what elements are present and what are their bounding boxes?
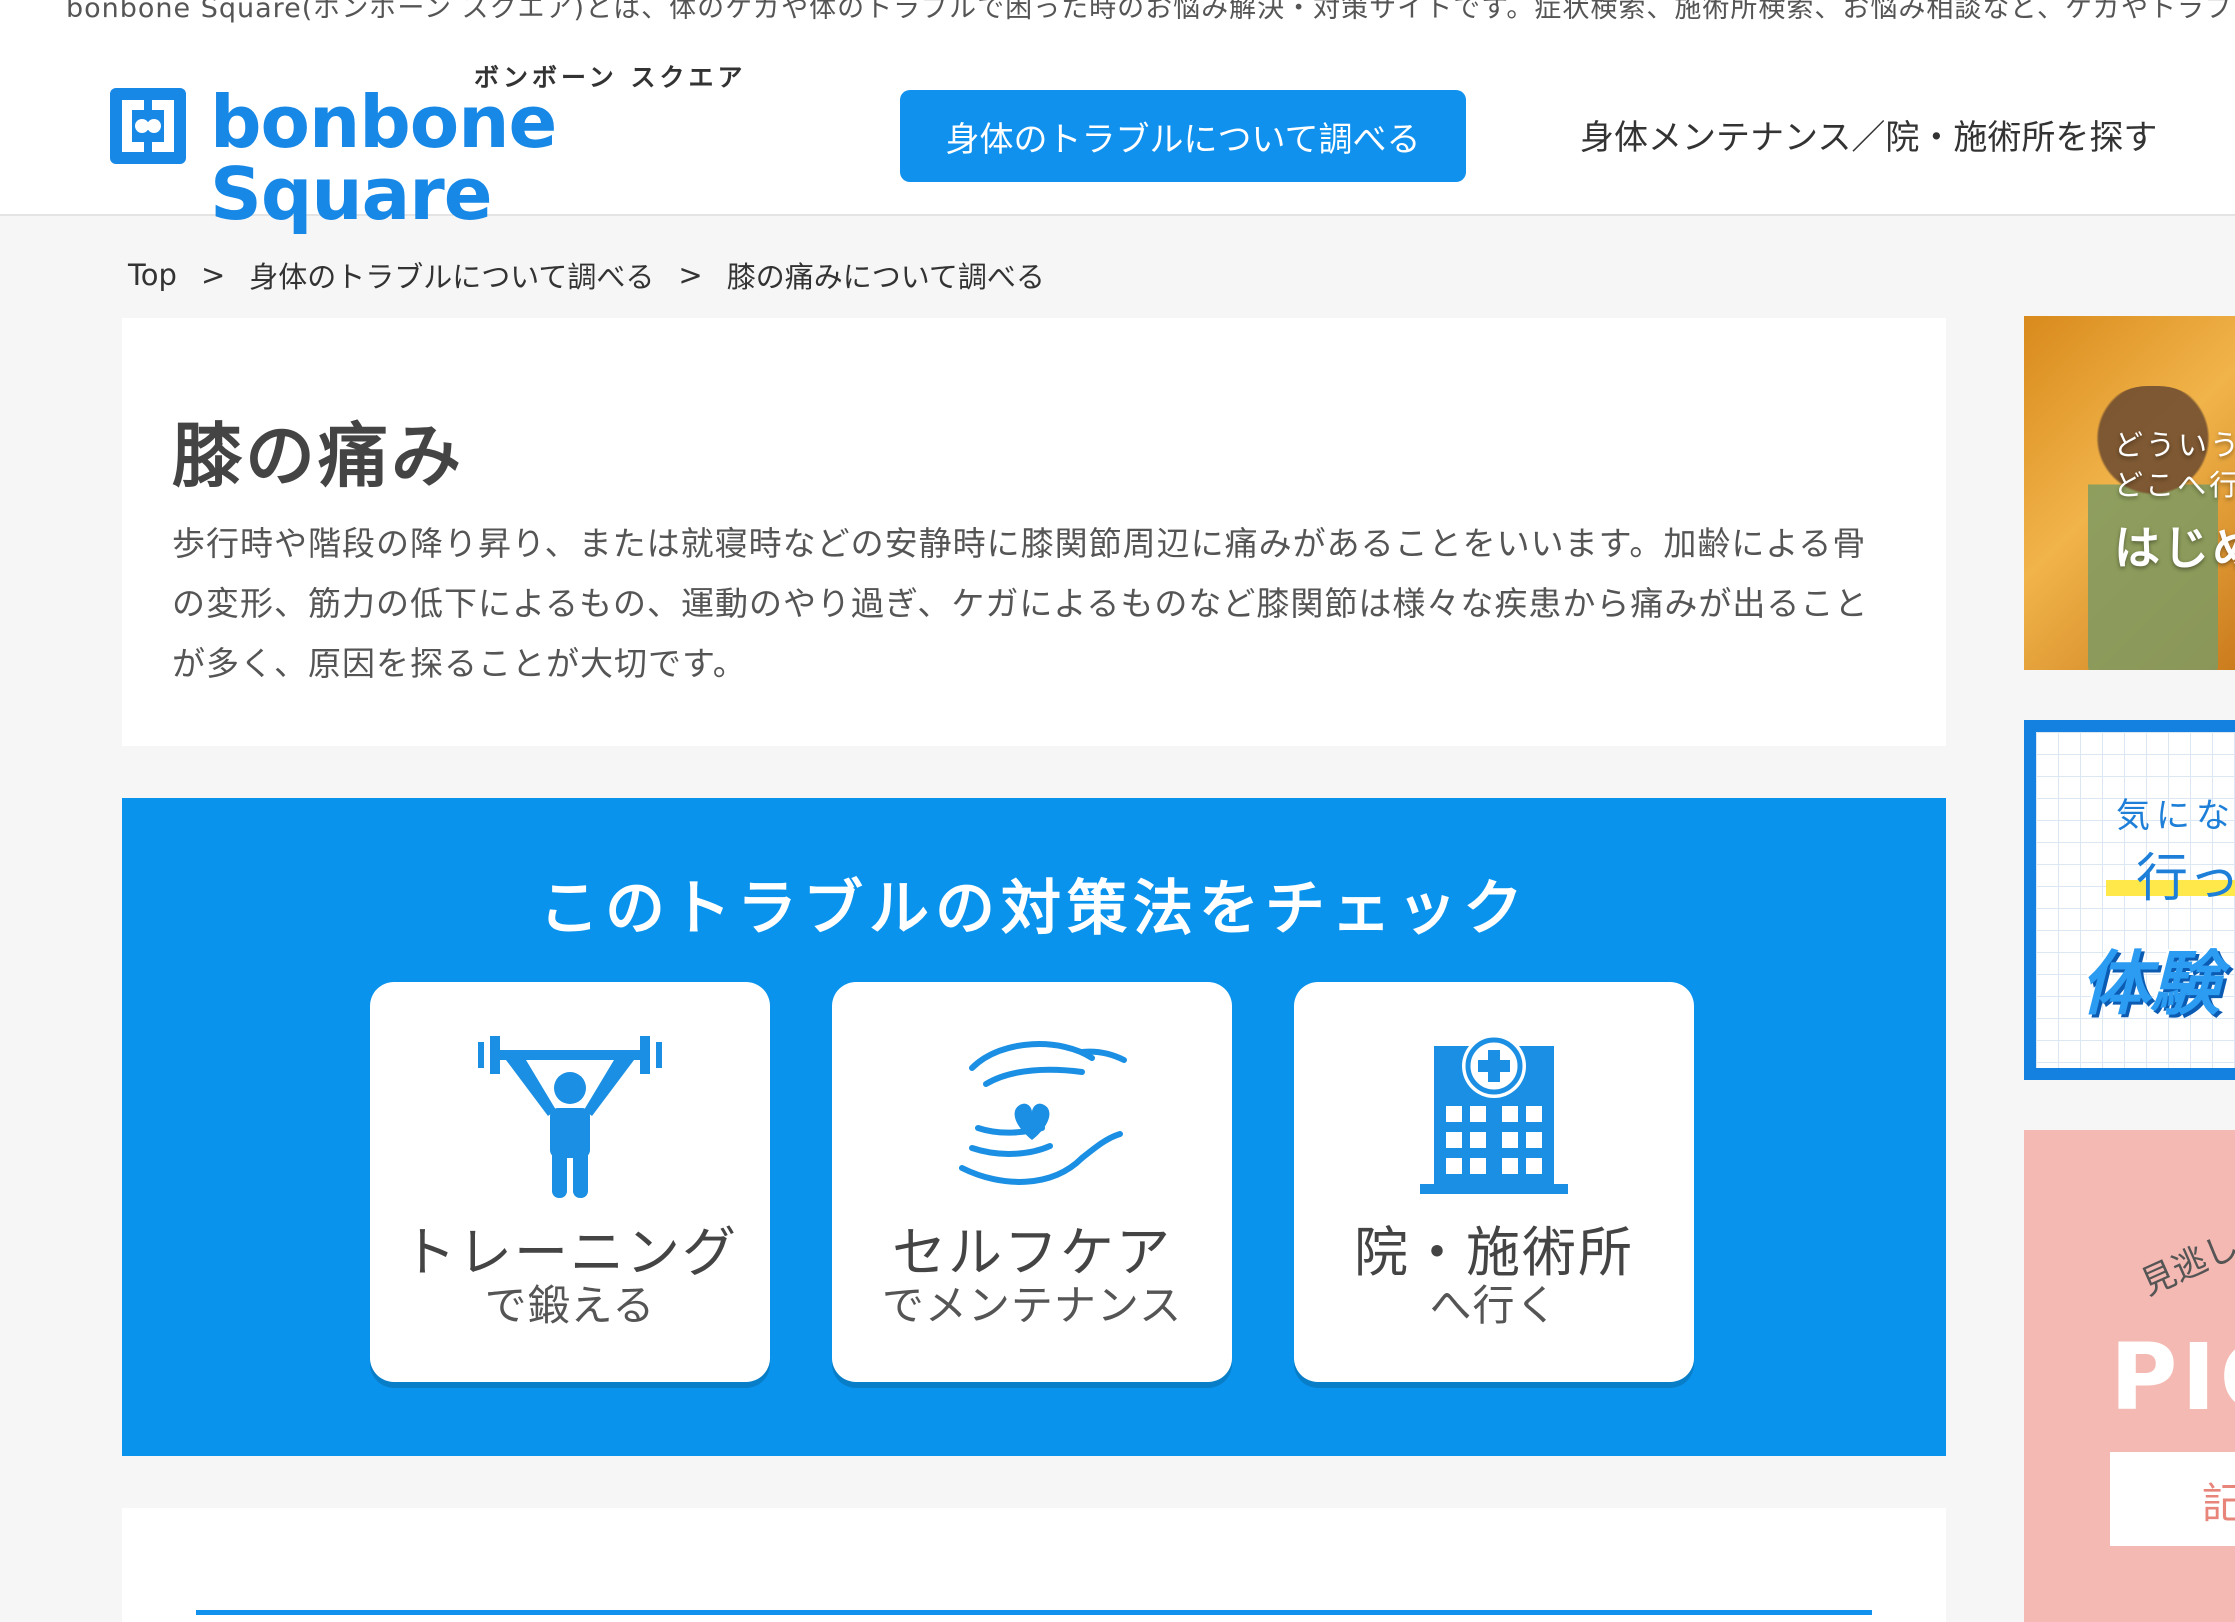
banner-pink-line1: 見逃した: [2135, 1211, 2235, 1304]
banner-grid-line3: 体験: [2080, 943, 2220, 1025]
selfcare-card-subtitle: でメンテナンス: [881, 1281, 1183, 1330]
training-card[interactable]: トレーニング で鍛える: [370, 982, 770, 1382]
intro-card: 膝の痛み 歩行時や階段の降り昇り、または就寝時などの安静時に膝関節周辺に痛みがあ…: [122, 318, 1946, 746]
breadcrumb-current: 膝の痛みについて調べる: [726, 260, 1045, 294]
banner-photo-line2: どこへ行: [2114, 468, 2235, 502]
banner-grid-line1: 気になる: [2116, 796, 2235, 836]
countermeasure-section: このトラブルの対策法をチェック トレーニング で鍛える セルフケア でメンテナン…: [122, 798, 1946, 1456]
breadcrumb: Top > 身体のトラブルについて調べる > 膝の痛みについて調べる: [128, 254, 1045, 296]
site-logo[interactable]: ボンボーン スクエア bonbone Square: [108, 58, 748, 230]
weightlifting-icon: [478, 1036, 662, 1198]
breadcrumb-separator: >: [678, 258, 703, 292]
page: bonbone Square(ボンボーン スクエア)とは、体のケガや体のトラブル…: [0, 0, 2235, 1622]
banner-photo-line1: どういう: [2114, 428, 2235, 462]
countermeasure-title: このトラブルの対策法をチェック: [539, 874, 1529, 944]
side-banner-photo[interactable]: どういう どこへ行 はじめ: [2024, 316, 2235, 670]
nav-body-trouble-button[interactable]: 身体のトラブルについて調べる: [900, 90, 1466, 182]
side-banner-pickup[interactable]: 見逃した PIC 記: [2024, 1130, 2235, 1622]
banner-grid-background: 気になる 行っ 体験: [2036, 732, 2235, 1068]
selfcare-card[interactable]: セルフケア でメンテナンス: [832, 982, 1232, 1382]
clinic-card-subtitle: へ行く: [1429, 1281, 1559, 1330]
countermeasure-cards: トレーニング で鍛える セルフケア でメンテナンス 院・施術所 へ行く: [370, 982, 1694, 1382]
banner-grid-line2: 行っ: [2136, 849, 2235, 909]
hospital-icon: [1420, 1034, 1568, 1194]
banner-photo-line3: はじめ: [2114, 521, 2235, 575]
next-content-card: [122, 1508, 1946, 1622]
banner-pink-line2: PIC: [2110, 1324, 2235, 1431]
site-header: bonbone Square(ボンボーン スクエア)とは、体のケガや体のトラブル…: [0, 0, 2235, 230]
site-tagline: bonbone Square(ボンボーン スクエア)とは、体のケガや体のトラブル…: [66, 0, 2235, 24]
banner-pink-button[interactable]: 記: [2110, 1452, 2235, 1546]
side-banner-experience[interactable]: 気になる 行っ 体験: [2024, 720, 2235, 1080]
logo-text: bonbone Square: [210, 80, 557, 236]
section-divider: [196, 1610, 1872, 1615]
breadcrumb-separator: >: [200, 258, 226, 292]
page-title: 膝の痛み: [172, 415, 464, 497]
breadcrumb-top-link[interactable]: Top: [128, 258, 177, 292]
nav-find-clinic-link[interactable]: 身体メンテナンス／院・施術所を探す: [1580, 110, 2157, 159]
training-card-subtitle: で鍛える: [484, 1281, 656, 1330]
clinic-card[interactable]: 院・施術所 へ行く: [1294, 982, 1694, 1382]
banner-pink-line3: 記: [2202, 1479, 2235, 1528]
bonbone-logo-icon: [110, 88, 186, 164]
breadcrumb-body-trouble-link[interactable]: 身体のトラブルについて調べる: [249, 254, 654, 296]
hands-heart-icon: [959, 1041, 1127, 1185]
intro-description: 歩行時や階段の降り昇り、または就寝時などの安静時に膝関節周辺に痛みがあることをい…: [172, 524, 1869, 683]
